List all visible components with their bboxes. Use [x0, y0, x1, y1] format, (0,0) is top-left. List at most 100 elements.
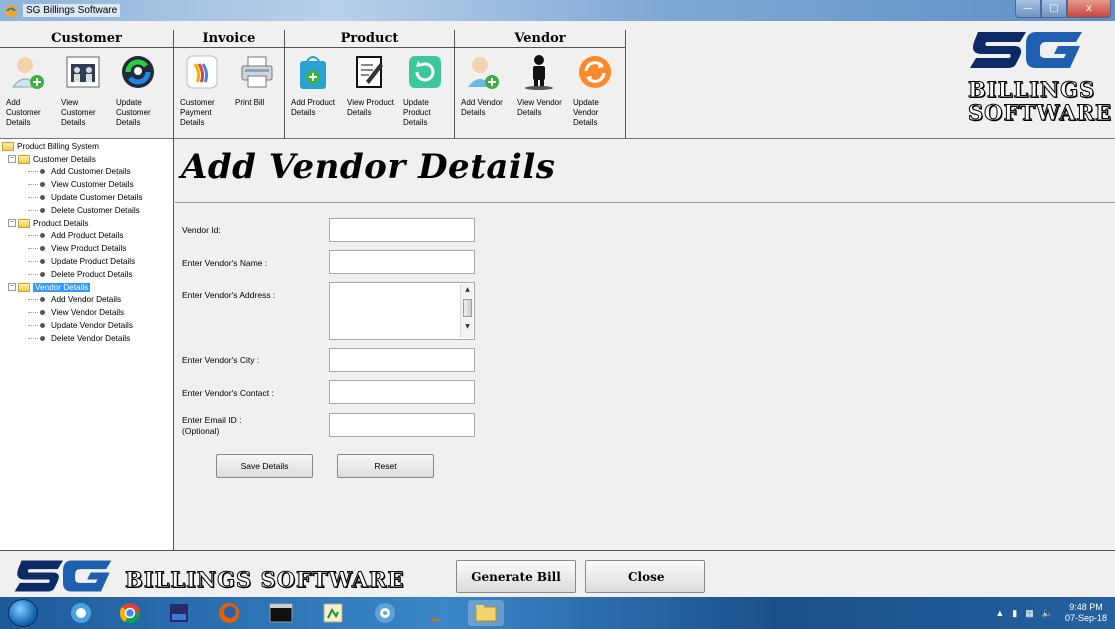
update-product-button[interactable]: Update Product Details [397, 52, 453, 128]
tree-section-vendor[interactable]: − Vendor Details [0, 281, 173, 294]
collapse-icon[interactable]: − [8, 219, 16, 228]
paint-icon[interactable] [320, 600, 346, 626]
customer-payment-button[interactable]: Customer Payment Details [174, 52, 229, 128]
leaf-bullet-icon [40, 182, 45, 188]
terminal-icon[interactable] [268, 600, 294, 626]
volume-icon[interactable]: 🔈 [1042, 608, 1053, 619]
window-title: SG Billings Software [23, 4, 121, 17]
customer-group-header: Customer [0, 30, 173, 48]
footer-bar: BILLINGS SOFTWARE Generate Bill Close [0, 550, 1115, 597]
start-orb-icon[interactable] [8, 599, 38, 627]
tree-item[interactable]: Update Customer Details [0, 191, 173, 204]
customer-group: Customer Add Customer Details View Custo… [0, 30, 174, 140]
brand-line-1: BILLINGS [968, 77, 1096, 102]
invoice-group: Invoice Customer Payment Details Print B… [174, 30, 285, 140]
leaf-bullet-icon [40, 335, 45, 341]
view-vendor-button[interactable]: View Vendor Details [511, 52, 567, 128]
product-group-header: Product [285, 30, 454, 48]
update-vendor-icon [575, 52, 615, 92]
tree-section-product[interactable]: − Product Details [0, 217, 173, 230]
add-product-button[interactable]: Add Product Details [285, 52, 341, 128]
signal-icon[interactable]: ▮ [1012, 608, 1017, 619]
minimize-button[interactable]: — [1015, 0, 1041, 18]
view-vendor-icon [519, 52, 559, 92]
tree-item[interactable]: Delete Customer Details [0, 204, 173, 217]
firefox-icon[interactable] [216, 600, 242, 626]
scroll-up-icon[interactable]: ▲ [461, 284, 474, 295]
tree-item[interactable]: Update Product Details [0, 255, 173, 268]
printer-icon [237, 52, 277, 92]
collapse-icon[interactable]: − [8, 283, 16, 292]
add-product-icon [293, 52, 333, 92]
view-product-button[interactable]: View Product Details [341, 52, 397, 128]
tree-section-customer[interactable]: − Customer Details [0, 153, 173, 166]
save-details-button[interactable]: Save Details [216, 454, 313, 478]
print-bill-button[interactable]: Print Bill [229, 52, 284, 128]
app-icon [5, 4, 17, 17]
system-tray: ▲ ▮ ▦ 🔈 9:48 PM 07-Sep-18 [995, 602, 1107, 624]
vendor-group: Vendor Add Vendor Details View Vendor De… [455, 30, 626, 140]
reset-button[interactable]: Reset [337, 454, 434, 478]
tree-item[interactable]: Delete Vendor Details [0, 332, 173, 345]
chrome-icon[interactable] [117, 600, 143, 626]
product-group: Product Add Product Details View Product… [285, 30, 455, 140]
browser-icon[interactable] [68, 600, 94, 626]
title-bar: SG Billings Software — □ x [0, 0, 1115, 21]
tree-root[interactable]: Product Billing System [0, 140, 173, 153]
close-button[interactable]: Close [585, 560, 705, 593]
java-icon[interactable] [422, 600, 448, 626]
tree-item[interactable]: Add Vendor Details [0, 294, 173, 307]
tree-item[interactable]: Add Product Details [0, 230, 173, 243]
vendor-city-field[interactable] [329, 348, 475, 372]
leaf-bullet-icon [40, 310, 45, 316]
update-customer-button[interactable]: Update Customer Details [110, 52, 165, 128]
footer-sg-logo-mark [14, 560, 112, 592]
vendor-address-field[interactable]: ▲ ▼ [329, 282, 475, 340]
show-hidden-icons-icon[interactable]: ▲ [995, 608, 1004, 618]
scroll-thumb[interactable] [463, 299, 472, 317]
add-customer-button[interactable]: Add Customer Details [0, 52, 55, 128]
add-vendor-icon [463, 52, 503, 92]
view-customer-button[interactable]: View Customer Details [55, 52, 110, 128]
media-icon[interactable] [372, 600, 398, 626]
folder-icon [2, 141, 14, 151]
clock[interactable]: 9:48 PM 07-Sep-18 [1065, 602, 1107, 624]
email-field[interactable] [329, 413, 475, 437]
tree-item[interactable]: View Vendor Details [0, 306, 173, 319]
add-vendor-button[interactable]: Add Vendor Details [455, 52, 511, 128]
view-customer-icon [63, 52, 103, 92]
network-icon[interactable]: ▦ [1025, 608, 1034, 619]
tree-item[interactable]: Add Customer Details [0, 166, 173, 179]
brand-line-2: SOFTWARE [968, 100, 1112, 125]
collapse-icon[interactable]: − [8, 155, 16, 164]
tree-item[interactable]: Delete Product Details [0, 268, 173, 281]
vendor-id-field[interactable] [329, 218, 475, 242]
close-window-button[interactable]: x [1067, 0, 1111, 18]
window-controls: — □ x [1015, 0, 1111, 18]
leaf-bullet-icon [40, 259, 45, 265]
scroll-down-icon[interactable]: ▼ [461, 321, 474, 332]
update-customer-icon [118, 52, 158, 92]
leaf-bullet-icon [40, 207, 45, 213]
address-scrollbar[interactable]: ▲ ▼ [460, 284, 473, 338]
heading-divider [175, 202, 1115, 203]
vendor-contact-field[interactable] [329, 380, 475, 404]
tree-item[interactable]: View Customer Details [0, 178, 173, 191]
tree-item[interactable]: Update Vendor Details [0, 319, 173, 332]
maximize-button[interactable]: □ [1041, 0, 1067, 18]
invoice-group-header: Invoice [174, 30, 284, 48]
view-product-icon [349, 52, 389, 92]
email-optional-note: (Optional) [182, 426, 220, 436]
clock-date: 07-Sep-18 [1064, 613, 1107, 623]
devcpp-icon[interactable] [166, 600, 192, 626]
tree-item[interactable]: View Product Details [0, 242, 173, 255]
navigation-tree: Product Billing System − Customer Detail… [0, 139, 174, 550]
vendor-city-label: Enter Vendor's City : [182, 355, 260, 365]
vendor-name-field[interactable] [329, 250, 475, 274]
update-vendor-button[interactable]: Update Vendor Details [567, 52, 623, 128]
leaf-bullet-icon [40, 271, 45, 277]
page-title: Add Vendor Details [181, 147, 556, 187]
generate-bill-button[interactable]: Generate Bill [456, 560, 576, 593]
explorer-icon[interactable] [468, 600, 504, 626]
update-product-icon [405, 52, 445, 92]
